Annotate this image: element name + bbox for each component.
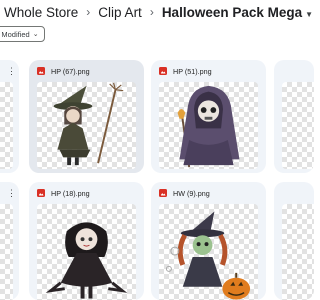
arrow-drop-down-icon: ▼ bbox=[305, 9, 314, 19]
file-card-header: HP (51).png bbox=[151, 60, 266, 82]
file-thumbnail bbox=[0, 204, 13, 300]
file-card[interactable]: HW (9).png bbox=[151, 182, 266, 300]
file-card-header: HP (67).png bbox=[29, 60, 144, 82]
file-card[interactable]: HP (18).png bbox=[29, 182, 144, 300]
modified-filter-label: Modified bbox=[1, 29, 30, 39]
file-thumbnail bbox=[282, 82, 314, 169]
more-vert-icon[interactable]: ⋮ bbox=[7, 65, 16, 77]
file-card[interactable] bbox=[274, 182, 314, 300]
file-name: HP (18).png bbox=[51, 188, 90, 198]
current-folder-label: Halloween Pack Mega bbox=[161, 4, 303, 20]
vampire-girl-illustration bbox=[45, 222, 128, 299]
file-card[interactable]: HP (51).png bbox=[151, 60, 266, 173]
file-card-header: HP (18).png bbox=[29, 182, 144, 204]
file-name: HW (9).png bbox=[173, 188, 210, 198]
file-name: HP (67).png bbox=[51, 66, 90, 76]
file-card-header: HW (9).png bbox=[151, 182, 266, 204]
image-file-icon bbox=[159, 67, 167, 75]
breadcrumb-item-whole-store[interactable]: Whole Store bbox=[4, 5, 78, 20]
file-thumbnail bbox=[37, 82, 136, 169]
chevron-right-icon: › bbox=[149, 5, 154, 19]
hooded-skeleton-illustration bbox=[177, 85, 240, 168]
file-thumbnail bbox=[159, 82, 258, 169]
file-card[interactable]: ⋮ bbox=[0, 60, 19, 173]
chevron-right-icon: › bbox=[86, 5, 91, 19]
file-thumbnail bbox=[282, 204, 314, 300]
breadcrumb: Whole Store › Clip Art › Halloween Pack … bbox=[4, 0, 313, 24]
chevron-down-icon: ⌄ bbox=[32, 31, 39, 38]
breadcrumb-item-clip-art[interactable]: Clip Art bbox=[98, 5, 142, 20]
file-thumbnail bbox=[0, 82, 13, 169]
witch-with-pumpkin-illustration bbox=[165, 211, 251, 300]
image-file-icon bbox=[159, 189, 167, 197]
more-vert-icon[interactable]: ⋮ bbox=[7, 187, 16, 199]
image-file-icon bbox=[37, 189, 45, 197]
witch-with-broom-illustration bbox=[53, 82, 124, 166]
file-card[interactable]: HP (67).png bbox=[29, 60, 144, 173]
file-name: HP (51).png bbox=[173, 66, 212, 76]
modified-filter-chip[interactable]: Modified ⌄ bbox=[0, 26, 45, 42]
file-thumbnail bbox=[37, 204, 136, 300]
file-card[interactable] bbox=[274, 60, 314, 173]
file-thumbnail bbox=[159, 204, 258, 300]
file-card[interactable]: ⋮ bbox=[0, 182, 19, 300]
image-file-icon bbox=[37, 67, 45, 75]
breadcrumb-current-folder[interactable]: Halloween Pack Mega ▼ bbox=[162, 5, 313, 20]
